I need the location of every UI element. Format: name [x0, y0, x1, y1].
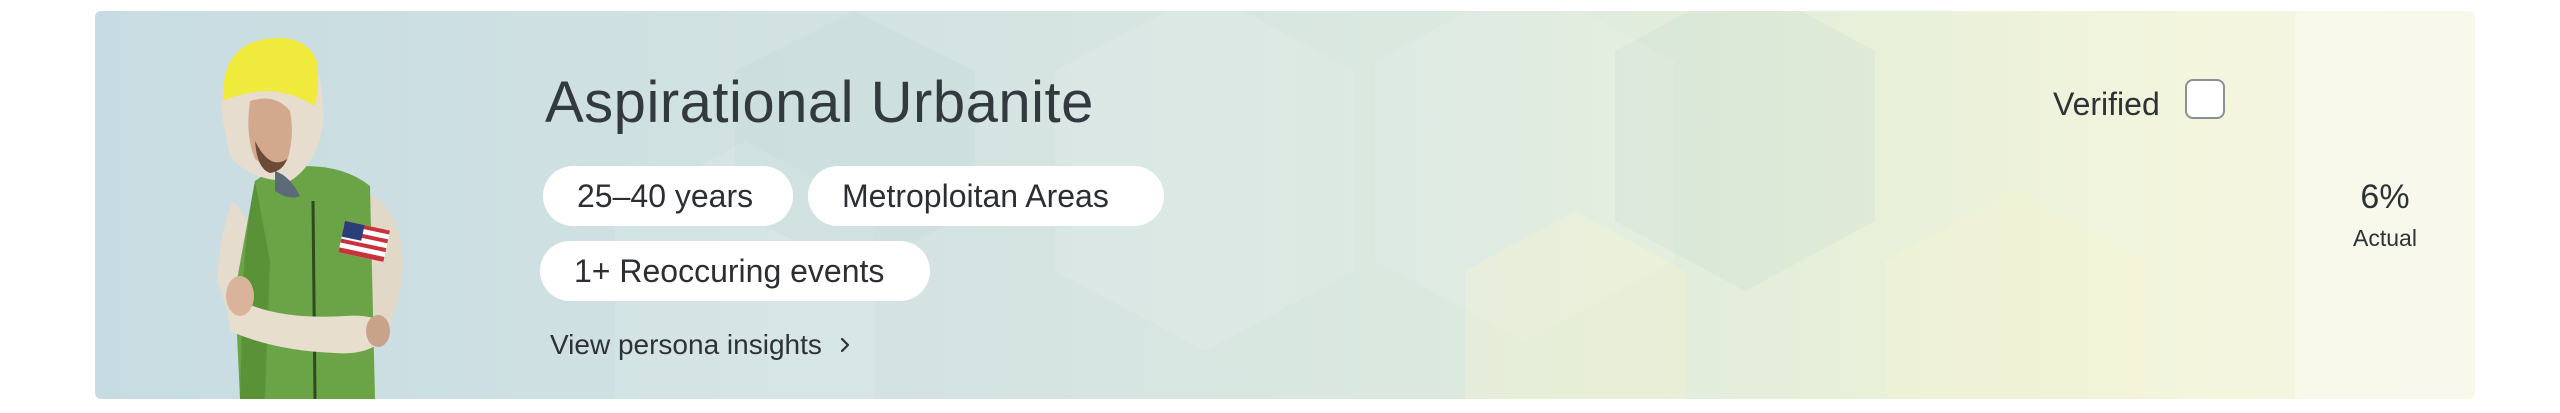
actual-label: Actual: [2353, 225, 2417, 251]
chevron-right-icon: [840, 337, 849, 353]
tag-events: 1+ Reoccuring events: [540, 241, 930, 301]
persona-card: Aspirational Urbanite 25–40 years Metrop…: [95, 11, 2475, 399]
verified-label: Verified: [2053, 86, 2160, 122]
persona-image: [217, 37, 403, 399]
tag-area: Metroploitan Areas: [808, 166, 1164, 226]
view-insights-link[interactable]: View persona insights: [550, 329, 854, 361]
hexagon-background-pattern: [615, 11, 2145, 399]
actual-value: 6%: [2360, 178, 2410, 216]
verified-checkbox[interactable]: [2185, 79, 2225, 119]
view-insights-label: View persona insights: [550, 329, 822, 360]
tag-age-range: 25–40 years: [543, 166, 793, 226]
persona-title: Aspirational Urbanite: [545, 70, 1094, 135]
